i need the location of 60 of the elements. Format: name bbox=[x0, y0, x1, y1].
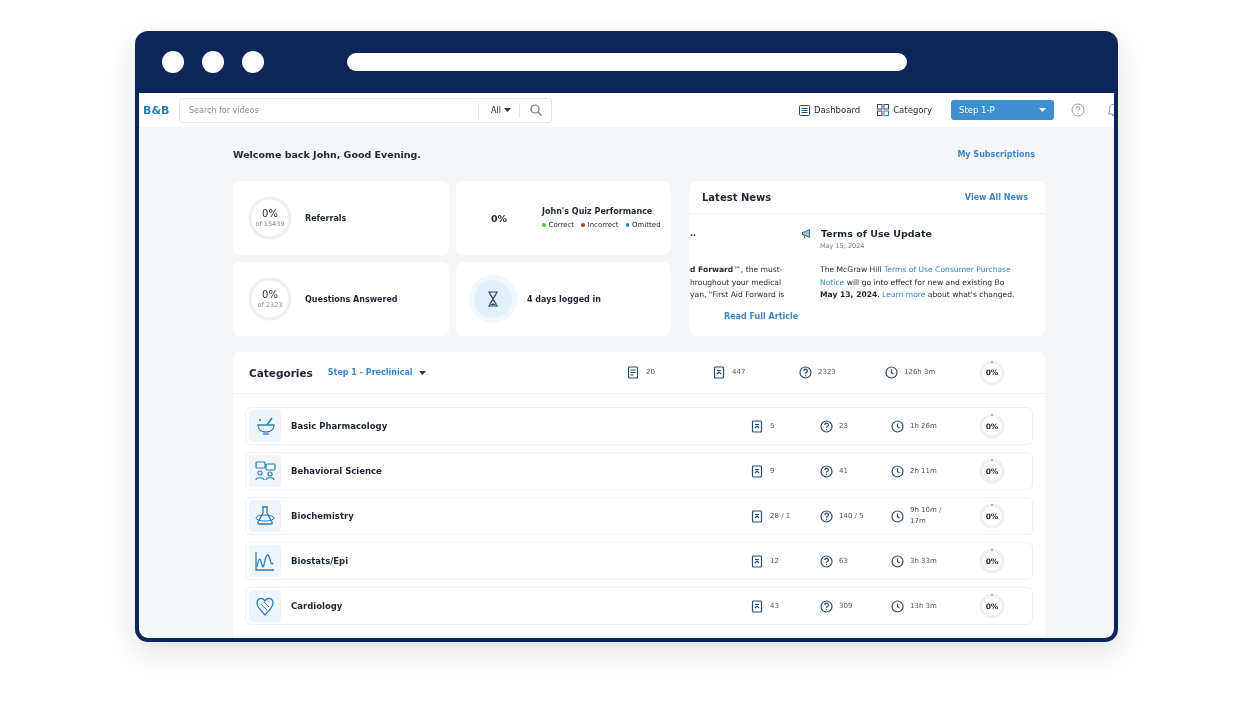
filter-dropdown[interactable]: All bbox=[478, 102, 520, 118]
quiz-title: John's Quiz Performance bbox=[542, 207, 654, 216]
read-article-link[interactable]: Read Full Article bbox=[724, 311, 810, 321]
clock-icon bbox=[891, 509, 904, 523]
dashboard-icon bbox=[799, 104, 811, 116]
grid-icon bbox=[877, 104, 890, 116]
window-dot bbox=[202, 51, 224, 73]
nav-link[interactable]: Category bbox=[877, 104, 932, 116]
question-icon bbox=[820, 599, 833, 613]
flask-icon bbox=[253, 504, 277, 528]
step-dropdown[interactable]: Step 1 - Preclinical bbox=[327, 368, 426, 377]
clock-icon bbox=[891, 464, 904, 478]
section-title: Categories bbox=[249, 366, 313, 379]
question-icon bbox=[820, 554, 833, 568]
category-name: Cardiology bbox=[291, 601, 343, 611]
nav-link[interactable]: Dashboard bbox=[799, 104, 861, 116]
caret-icon bbox=[1039, 108, 1046, 112]
percent-value: 0% bbox=[489, 212, 509, 224]
category-name: Basic Pharmacology bbox=[291, 421, 388, 431]
address-bar[interactable] bbox=[347, 53, 907, 71]
window-dot bbox=[242, 51, 264, 73]
clock-icon bbox=[891, 554, 904, 568]
window-dot bbox=[162, 51, 184, 73]
stat-label: Referrals bbox=[305, 213, 347, 223]
welcome-message: Welcome back John, Good Evening. bbox=[233, 148, 421, 160]
book-icon bbox=[751, 599, 764, 613]
question-icon bbox=[799, 366, 812, 379]
caret-icon bbox=[418, 370, 426, 375]
category-name: Behavioral Science bbox=[291, 466, 382, 476]
search-icon bbox=[530, 104, 542, 116]
section-title: Latest News bbox=[702, 191, 772, 203]
book-icon bbox=[751, 509, 764, 523]
article-title: Terms of Use Update bbox=[821, 227, 932, 239]
caret-icon bbox=[504, 108, 511, 112]
book-icon bbox=[751, 419, 764, 433]
percent-value: 0% bbox=[262, 208, 278, 219]
percent-value: 0% bbox=[262, 289, 278, 300]
help-icon bbox=[1071, 103, 1085, 117]
category-name: Biochemistry bbox=[291, 511, 354, 521]
stat-label: Questions Answered bbox=[305, 294, 398, 304]
search-field[interactable]: Search for videos All bbox=[179, 97, 552, 123]
megaphone-icon bbox=[801, 227, 812, 239]
logo[interactable]: B&B bbox=[143, 103, 175, 117]
chat-people-icon bbox=[253, 459, 277, 483]
question-icon bbox=[820, 509, 833, 523]
clock-icon bbox=[885, 366, 898, 379]
article-title: .. bbox=[690, 228, 697, 238]
clock-icon bbox=[891, 419, 904, 433]
book-icon bbox=[713, 366, 726, 379]
book-icon bbox=[751, 554, 764, 568]
subscriptions-link[interactable]: My Subscriptions bbox=[957, 149, 1035, 159]
category-name: Biostats/Epi bbox=[291, 556, 349, 566]
document-icon bbox=[627, 366, 640, 379]
question-icon bbox=[820, 419, 833, 433]
view-all-link[interactable]: View All News bbox=[964, 192, 1028, 202]
stat-label: 4 days logged in bbox=[527, 294, 602, 304]
book-icon bbox=[751, 464, 764, 478]
line-graph-icon bbox=[253, 549, 277, 573]
clock-icon bbox=[891, 599, 904, 613]
question-icon bbox=[820, 464, 833, 478]
